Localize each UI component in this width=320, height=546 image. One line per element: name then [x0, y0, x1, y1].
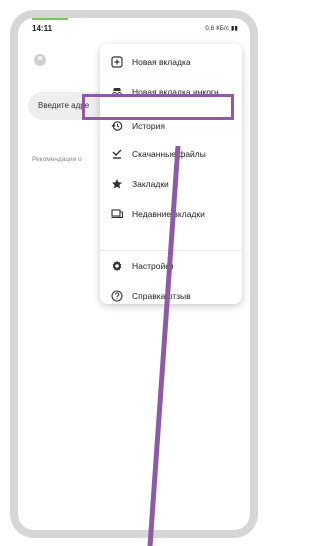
status-accent-line — [32, 18, 68, 20]
menu-item-bookmarks[interactable]: Закладки — [100, 172, 242, 196]
download-icon — [110, 147, 124, 161]
status-network: 0,8 КБ/с ▮▮ — [205, 25, 238, 32]
menu-item-label: Новая вкладка — [132, 57, 191, 67]
history-highlight-box — [82, 94, 234, 120]
network-speed: 0,8 КБ/с — [205, 26, 230, 32]
menu-item-help[interactable]: Справка/отзыв — [100, 284, 242, 308]
help-icon — [110, 289, 124, 303]
menu-item-label: Настройки — [132, 261, 174, 271]
menu-item-label: Скачанные файлы — [132, 149, 206, 159]
history-icon — [110, 119, 124, 133]
overflow-menu: Новая вкладка Новая вкладка инкогн... Ис… — [100, 44, 242, 304]
recommendations-label: Рекомендации о — [32, 156, 82, 163]
signal-icon: ▮▮ — [230, 26, 238, 32]
menu-item-new-tab[interactable]: Новая вкладка — [100, 50, 242, 74]
menu-item-downloads[interactable]: Скачанные файлы — [100, 142, 242, 166]
star-icon — [110, 177, 124, 191]
menu-item-label: Справка/отзыв — [132, 291, 191, 301]
avatar[interactable] — [34, 54, 46, 66]
menu-item-label: История — [132, 121, 165, 131]
menu-divider — [100, 250, 242, 251]
status-time: 14:11 — [32, 24, 53, 33]
status-bar: 14:11 0,8 КБ/с ▮▮ — [18, 18, 250, 38]
menu-item-label: Недавние вкладки — [132, 209, 205, 219]
menu-item-recent-tabs[interactable]: Недавние вкладки — [100, 202, 242, 226]
new-tab-icon — [110, 55, 124, 69]
gear-icon — [110, 259, 124, 273]
devices-icon — [110, 207, 124, 221]
menu-item-settings[interactable]: Настройки — [100, 254, 242, 278]
menu-item-label: Закладки — [132, 179, 169, 189]
